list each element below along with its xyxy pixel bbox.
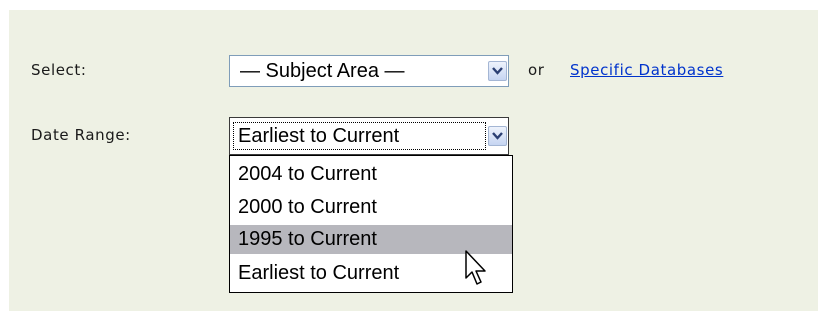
subject-area-select[interactable]: — Subject Area — — [229, 55, 509, 87]
chevron-down-icon — [492, 67, 503, 75]
chevron-down-icon — [492, 132, 503, 140]
or-text: or — [528, 61, 545, 79]
mouse-pointer-icon — [465, 250, 486, 285]
date-range-option-2004[interactable]: 2004 to Current — [230, 160, 512, 189]
date-range-select-value: Earliest to Current — [238, 125, 400, 147]
select-label: Select: — [31, 61, 87, 79]
specific-databases-link[interactable]: Specific Databases — [570, 61, 723, 79]
date-range-dropdown-button[interactable] — [488, 126, 507, 146]
date-range-label: Date Range: — [31, 126, 131, 144]
subject-area-select-value: — Subject Area — — [240, 60, 405, 82]
date-range-option-2000[interactable]: 2000 to Current — [230, 193, 512, 222]
date-range-select[interactable]: Earliest to Current — [229, 117, 509, 155]
subject-area-dropdown-button[interactable] — [488, 61, 507, 81]
